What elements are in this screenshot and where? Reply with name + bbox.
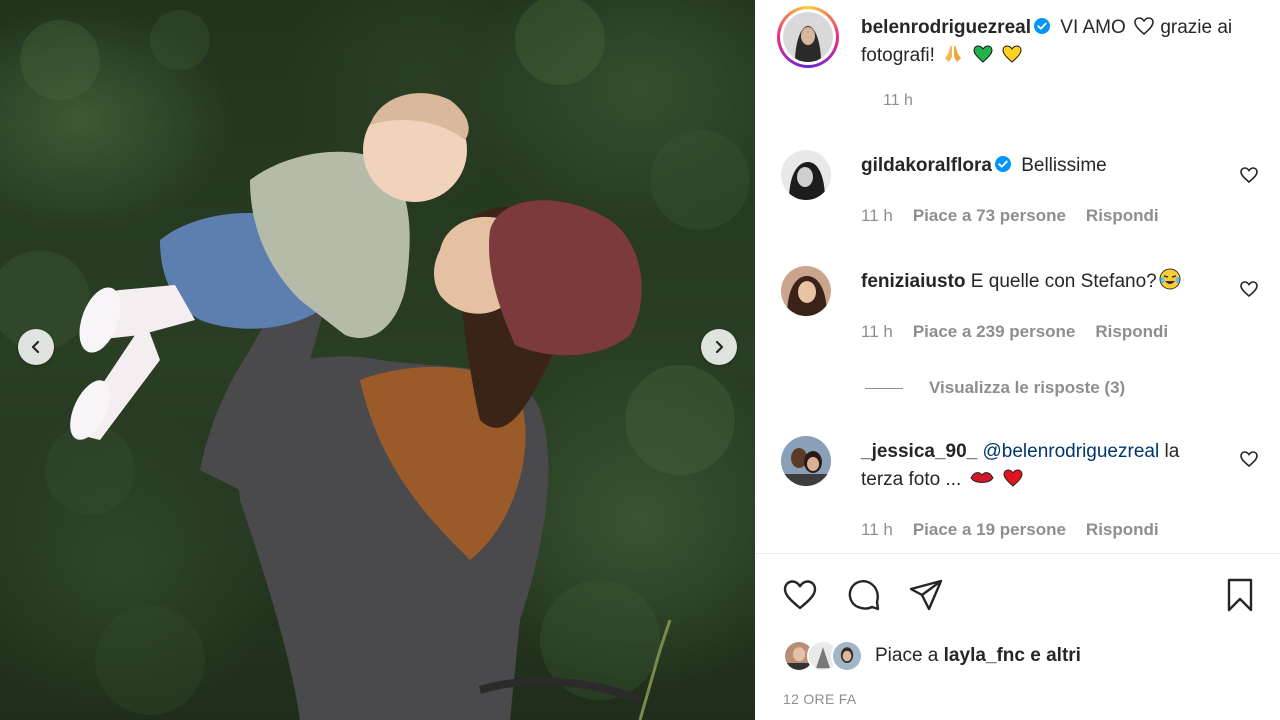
likes-text: Piace a layla_fnc e altri: [875, 645, 1081, 667]
post-sidebar: belenrodriguezreal VI AMO grazie ai foto…: [755, 0, 1280, 720]
comment-item: _jessica_90_ @belenrodriguezreal la terz…: [781, 436, 1261, 546]
commenter-avatar[interactable]: [781, 266, 831, 316]
comment-likes-link[interactable]: Piace a 73 persone: [913, 206, 1066, 226]
reply-button[interactable]: Rispondi: [1095, 322, 1168, 342]
caption-time: 11 h: [883, 92, 913, 109]
comment-item: feniziaiusto E quelle con Stefano? 11 h …: [781, 266, 1261, 346]
likes-summary: Piace a layla_fnc e altri: [783, 640, 1081, 672]
comment-item: gildakoralflora Bellissime 11 h Piace a …: [781, 150, 1261, 230]
verified-badge-icon: [994, 156, 1011, 172]
white-heart-emoji-icon: [1134, 17, 1154, 35]
comment-icon[interactable]: [845, 576, 883, 614]
caption-body: VI AMO: [1060, 17, 1126, 38]
comment-like-heart-icon[interactable]: [1239, 165, 1259, 185]
carousel-prev-button[interactable]: [18, 329, 54, 365]
reply-button[interactable]: Rispondi: [1086, 520, 1159, 540]
comment-body: E quelle con Stefano?: [970, 271, 1157, 292]
comment-meta: 11 h Piace a 239 persone Rispondi: [861, 322, 1168, 342]
comment-like-heart-icon[interactable]: [1239, 449, 1259, 469]
send-icon[interactable]: [907, 576, 945, 614]
likes-prefix: Piace a: [875, 645, 939, 666]
post-photo: [0, 0, 750, 720]
comment-mention[interactable]: @belenrodriguezreal: [983, 441, 1160, 462]
view-replies-button[interactable]: Visualizza le risposte (3): [865, 378, 1125, 398]
liker-avatar: [831, 640, 863, 672]
likes-others-link[interactable]: e altri: [1030, 645, 1081, 666]
comment-meta: 11 h Piace a 19 persone Rispondi: [861, 520, 1159, 540]
post-date: 12 ORE FA: [783, 691, 857, 707]
commenter-username[interactable]: feniziaiusto: [861, 271, 966, 292]
liker-username[interactable]: layla_fnc: [944, 645, 1025, 666]
view-replies-line: [865, 387, 903, 389]
verified-badge-icon: [1034, 18, 1050, 34]
comment-time: 11 h: [861, 206, 893, 225]
comment-meta: 11 h Piace a 73 persone Rispondi: [861, 206, 1159, 226]
comment-body: Bellissime: [1021, 155, 1107, 176]
commenter-username[interactable]: _jessica_90_: [861, 441, 977, 462]
heart-icon[interactable]: [781, 576, 819, 614]
comment-likes-link[interactable]: Piace a 239 persone: [913, 322, 1076, 342]
comment-text: gildakoralflora Bellissime: [861, 152, 1201, 180]
reply-button[interactable]: Rispondi: [1086, 206, 1159, 226]
author-avatar: [783, 12, 833, 62]
comment-time: 11 h: [861, 520, 893, 539]
comment-time: 11 h: [861, 322, 893, 341]
author-story-ring[interactable]: [777, 6, 839, 68]
laughing-tears-emoji-icon: [1159, 268, 1181, 290]
post-action-bar: [781, 576, 1261, 612]
post-media: [0, 0, 755, 720]
commenter-username[interactable]: gildakoralflora: [861, 155, 992, 176]
bookmark-icon[interactable]: [1221, 576, 1259, 614]
chevron-right-icon: [715, 340, 724, 354]
commenter-avatar[interactable]: [781, 436, 831, 486]
kiss-mark-emoji-icon: [970, 472, 994, 483]
commenter-avatar[interactable]: [781, 150, 831, 200]
green-heart-emoji-icon: [972, 45, 993, 63]
comment-text: feniziaiusto E quelle con Stefano?: [861, 268, 1201, 296]
comment-like-heart-icon[interactable]: [1239, 279, 1259, 299]
praying-hands-emoji-icon: [945, 45, 962, 62]
chevron-left-icon: [31, 340, 40, 354]
view-replies-label: Visualizza le risposte (3): [929, 378, 1126, 397]
liker-avatars: [783, 640, 865, 672]
comment-likes-link[interactable]: Piace a 19 persone: [913, 520, 1066, 540]
carousel-next-button[interactable]: [701, 329, 737, 365]
red-heart-emoji-icon: [1003, 469, 1023, 487]
caption-text: belenrodriguezreal VI AMO grazie ai foto…: [861, 14, 1271, 70]
yellow-heart-emoji-icon: [1002, 45, 1022, 63]
section-divider: [755, 553, 1280, 554]
author-username[interactable]: belenrodriguezreal: [861, 17, 1031, 38]
comment-text: _jessica_90_ @belenrodriguezreal la terz…: [861, 438, 1201, 494]
